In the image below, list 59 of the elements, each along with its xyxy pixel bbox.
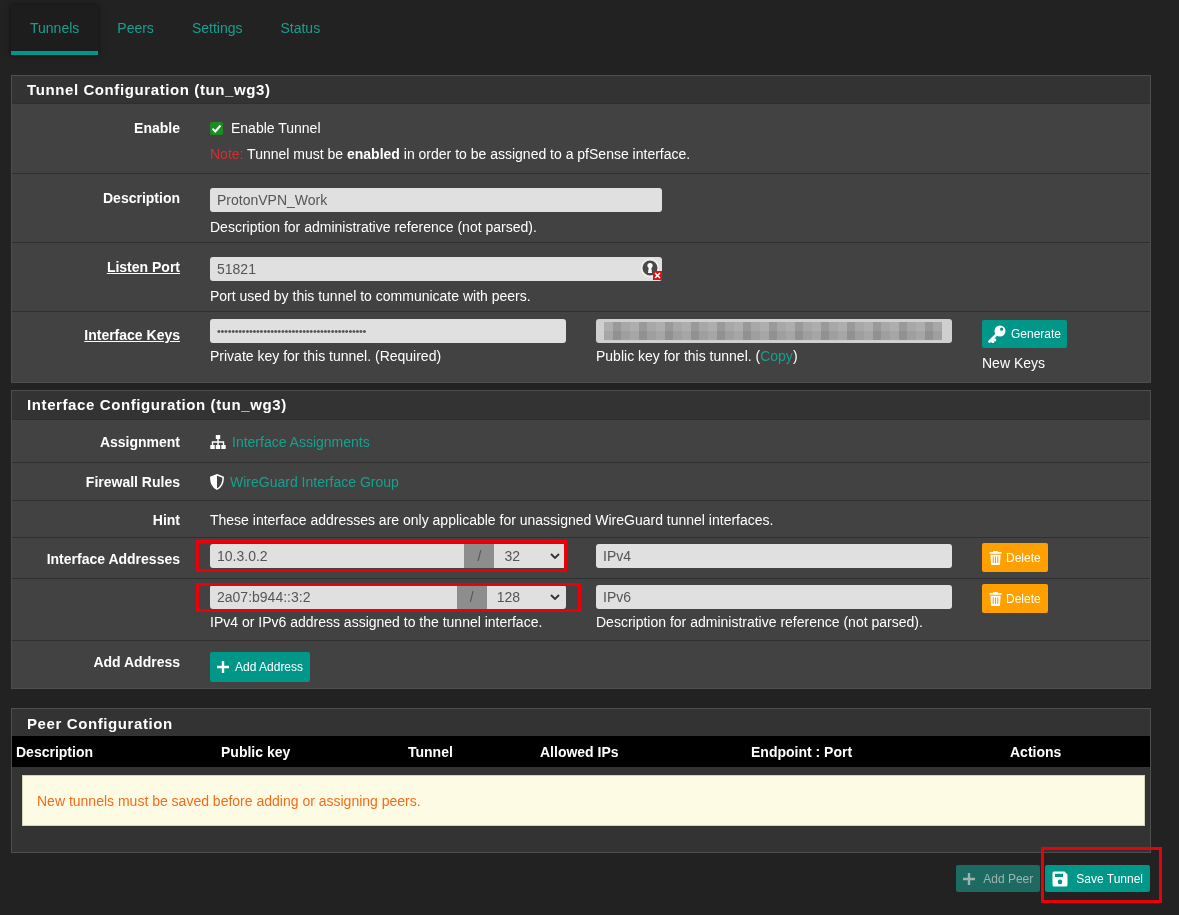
button-caption: New Keys — [982, 354, 1047, 373]
private-key-field[interactable]: •••••••••••••••••••••••••••••••••••••••••• — [210, 319, 566, 343]
address-field[interactable]: 2a07:b944::3:2 — [210, 585, 457, 609]
label-link[interactable]: Interface Keys — [12, 319, 180, 345]
field-label: Enable — [133, 119, 180, 138]
generate-button[interactable]: Generate — [982, 320, 1068, 348]
description-field[interactable]: IPv6 — [596, 585, 952, 609]
caret-icon — [550, 553, 560, 559]
tab[interactable]: Peers — [98, 5, 173, 55]
trash-icon — [989, 591, 1002, 606]
note-text: Note: Tunnel must be enabled in order to be assigned to a pfSense interface. — [210, 145, 692, 164]
hint-text: These interface addresses are only applicable for unassigned WireGuard tunnel interfaces. — [210, 511, 775, 530]
field-label: Hint — [151, 511, 180, 530]
help-text: Public key for this tunnel. (Copy) — [596, 347, 799, 366]
tab[interactable]: Settings — [172, 5, 262, 55]
help-text: Description for administrative reference (not parsed). — [210, 218, 538, 237]
sitemap-icon — [210, 435, 226, 449]
settings-link[interactable]: WireGuard Interface Group — [230, 472, 399, 492]
trash-icon — [989, 550, 1002, 565]
checkbox[interactable] — [210, 121, 223, 135]
column-header: Tunnel — [407, 743, 454, 760]
address-field[interactable]: 10.3.0.2 — [210, 544, 465, 568]
tab[interactable]: Status — [261, 5, 340, 55]
panel-title: Tunnel Configuration (tun_wg3) — [12, 76, 1150, 103]
help-text: Description for administrative reference (not parsed). — [596, 613, 924, 632]
plus-icon — [963, 872, 976, 885]
add-address-button[interactable]: Add Address — [210, 652, 311, 682]
keyhole-x-icon[interactable] — [640, 258, 662, 280]
column-header: Actions — [1009, 743, 1063, 760]
help-text: Private key for this tunnel. (Required) — [210, 347, 443, 366]
column-header: Public key — [220, 743, 292, 760]
tab[interactable]: Tunnels — [11, 5, 99, 55]
warning-message: New tunnels must be saved before adding or assigning peers. — [22, 775, 1145, 826]
copy-link[interactable]: Copy — [760, 348, 793, 364]
description-field[interactable]: IPv4 — [596, 544, 952, 568]
help-text: Port used by this tunnel to communicate with peers. — [210, 287, 532, 306]
label-link[interactable]: Listen Port — [12, 257, 180, 277]
shield-icon — [210, 474, 224, 490]
column-header: Endpoint : Port — [750, 743, 854, 760]
save-button[interactable]: Save Tunnel — [1045, 865, 1150, 892]
field-label: Firewall Rules — [84, 473, 180, 492]
field-label: Assignment — [98, 433, 180, 452]
caret-icon — [550, 594, 560, 600]
panel-title: Interface Configuration (tun_wg3) — [12, 391, 1150, 419]
key-icon — [988, 325, 1006, 343]
help-text: IPv4 or IPv6 address assigned to the tunnel interface. — [210, 613, 544, 632]
public-key-field[interactable] — [596, 319, 952, 343]
checkbox-label: Enable Tunnel — [231, 119, 321, 138]
text-field[interactable]: ProtonVPN_Work — [210, 188, 662, 212]
field-label: Add Address — [92, 653, 180, 672]
prefix-select[interactable]: 32 — [494, 544, 566, 568]
column-header: Description — [15, 743, 94, 760]
plus-icon — [217, 661, 229, 673]
input-addon: / — [464, 544, 495, 568]
field-label: Interface Addresses — [45, 550, 180, 569]
text-field[interactable]: 51821 — [210, 257, 662, 281]
field-label: Description — [102, 189, 180, 208]
column-header: Allowed IPs — [539, 743, 620, 760]
settings-link[interactable]: Interface Assignments — [232, 432, 370, 452]
